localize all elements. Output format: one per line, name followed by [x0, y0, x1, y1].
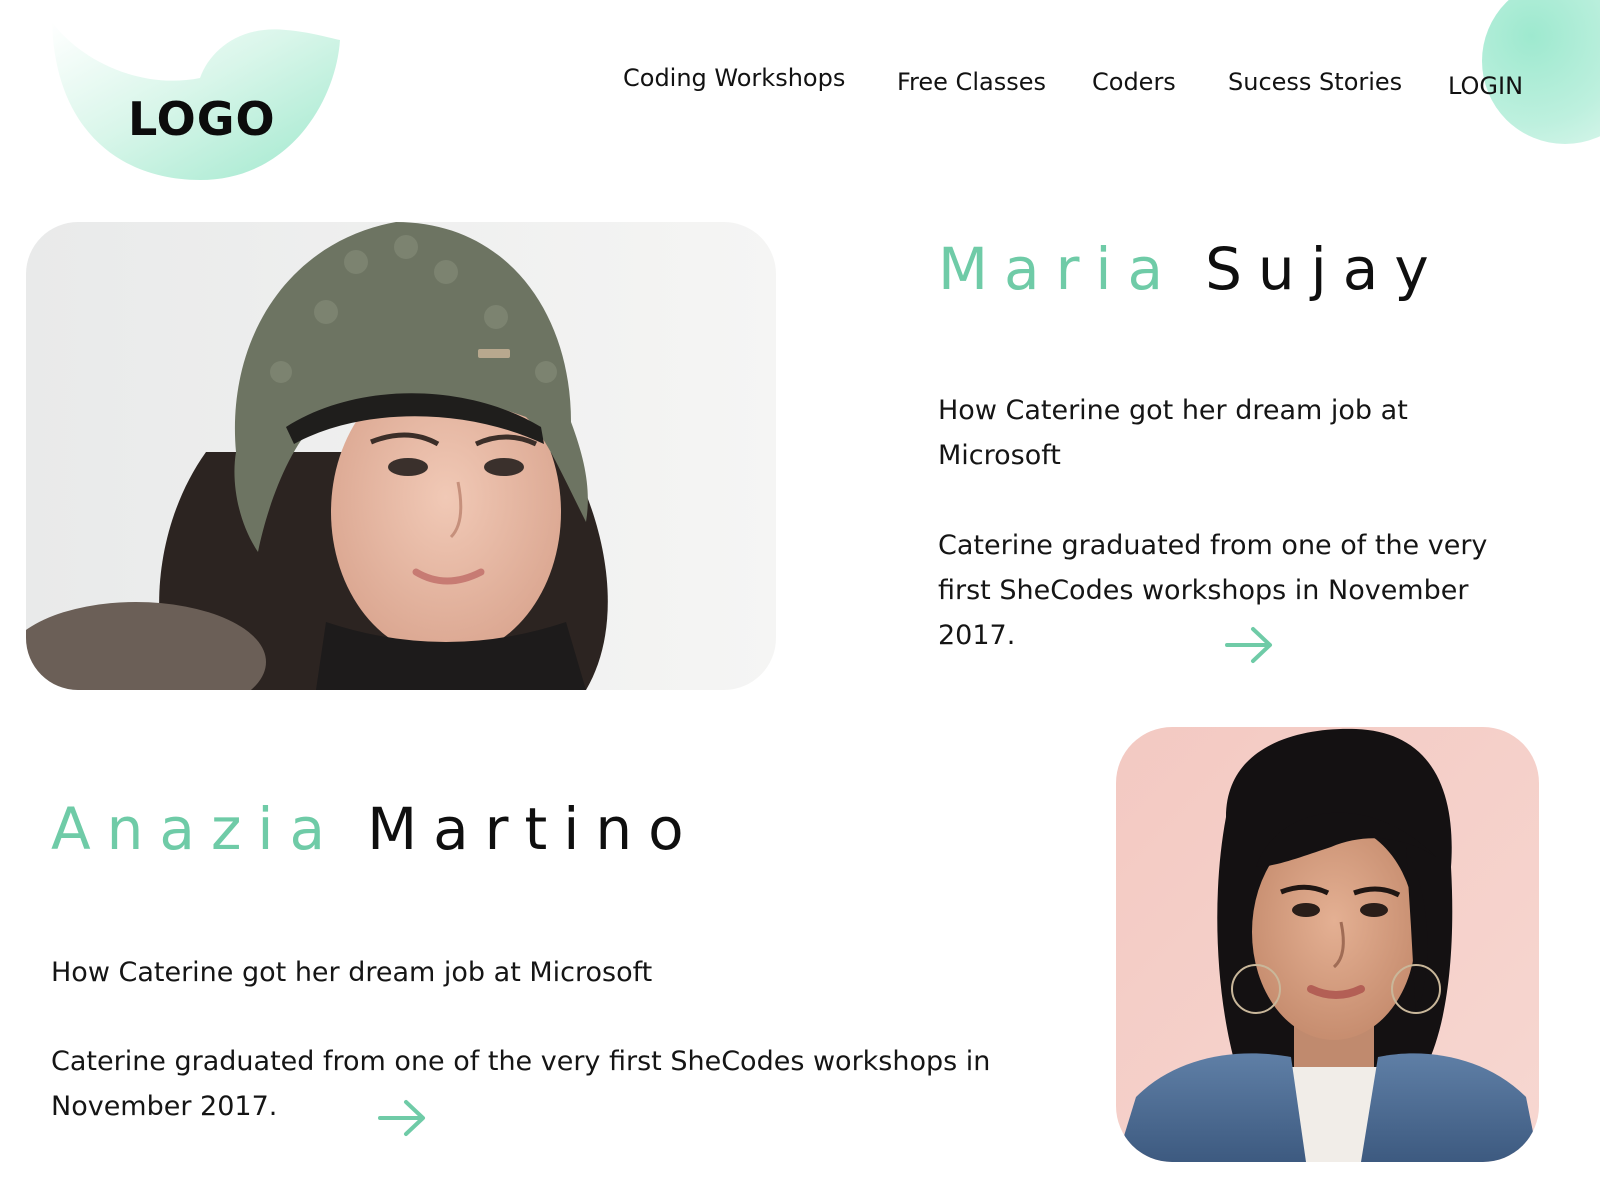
story-name-maria: Maria Sujay	[938, 240, 1445, 298]
story-name-anazia: Anazia Martino	[51, 800, 700, 858]
story-photo-anazia	[1116, 727, 1539, 1162]
story-photo-maria	[26, 222, 776, 690]
portrait-image	[26, 222, 776, 690]
nav-coders[interactable]: Coders	[1092, 68, 1176, 96]
nav-success-stories[interactable]: Sucess Stories	[1228, 68, 1402, 96]
arrow-right-icon[interactable]	[378, 1098, 428, 1138]
nav-coding-workshops[interactable]: Coding Workshops	[623, 64, 845, 92]
portrait-image	[1116, 727, 1539, 1162]
first-name: Anazia	[51, 795, 342, 863]
nav-login[interactable]: LOGIN	[1448, 72, 1523, 100]
logo-text: LOGO	[128, 92, 276, 146]
story-body: Caterine graduated from one of the very …	[51, 1046, 991, 1122]
logo[interactable]: LOGO	[50, 20, 340, 190]
last-name: Martino	[367, 795, 700, 863]
page: LOGO Coding Workshops Free Classes Coder…	[0, 0, 1600, 1200]
story-headline: How Caterine got her dream job at Micros…	[938, 395, 1408, 471]
story-headline: How Caterine got her dream job at Micros…	[51, 957, 653, 988]
first-name: Maria	[938, 235, 1180, 303]
arrow-right-icon[interactable]	[1225, 625, 1275, 665]
last-name: Sujay	[1205, 235, 1445, 303]
nav-free-classes[interactable]: Free Classes	[897, 68, 1046, 96]
